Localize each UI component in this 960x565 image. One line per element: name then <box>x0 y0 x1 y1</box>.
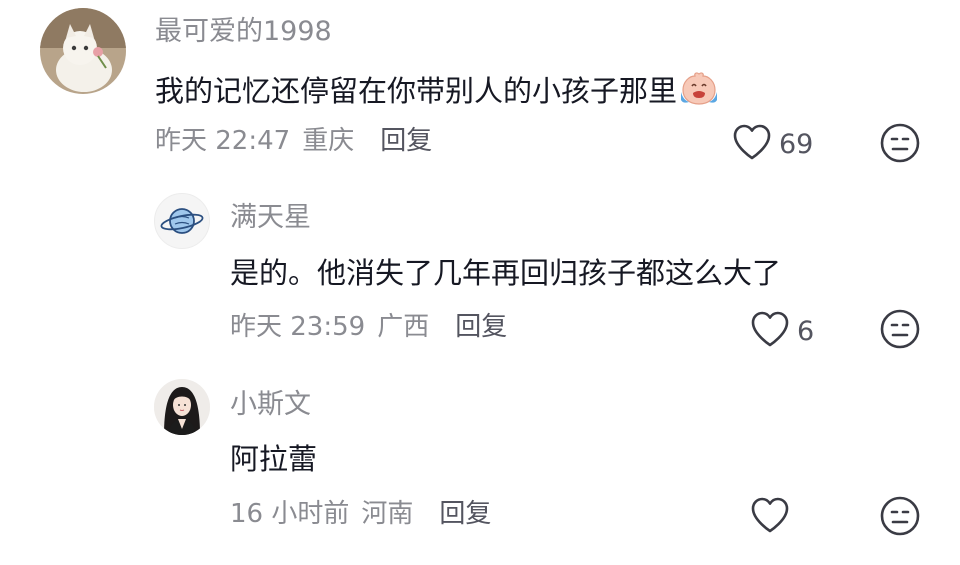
dislike-button[interactable] <box>879 308 921 354</box>
reply-button[interactable]: 回复 <box>455 314 507 340</box>
crying-face-emoji-icon <box>679 72 719 111</box>
planet-avatar-image <box>160 208 204 234</box>
heart-outline-icon <box>749 496 791 538</box>
comment-item: 最可爱的1998 我的记忆还停留在你带别人的小孩子那里 昨天 22:47 重庆 … <box>0 0 960 190</box>
like-button[interactable]: 69 <box>731 123 813 165</box>
timestamp: 昨天 22:47 <box>155 126 291 156</box>
woman-avatar-image <box>154 379 210 435</box>
timestamp: 昨天 23:59 <box>230 312 366 342</box>
comment-text-content: 我的记忆还停留在你带别人的小孩子那里 <box>155 74 678 108</box>
reply-item: 满天星 是的。他消失了几年再回归孩子都这么大了 昨天 23:59 广西 回复 6 <box>0 190 960 375</box>
neutral-face-icon <box>879 496 921 541</box>
comment-text: 阿拉蕾 <box>230 442 318 476</box>
comment-text: 是的。他消失了几年再回归孩子都这么大了 <box>230 256 782 290</box>
reply-button[interactable]: 回复 <box>380 128 432 154</box>
like-button[interactable]: 6 <box>749 310 814 352</box>
reply-item: 小斯文 阿拉蕾 16 小时前 河南 回复 <box>0 375 960 565</box>
heart-outline-icon <box>749 310 791 352</box>
neutral-face-icon <box>879 123 921 168</box>
comment-meta: 16 小时前 河南 回复 <box>230 501 491 527</box>
like-count: 6 <box>797 315 815 347</box>
comment-meta: 昨天 22:47 重庆 回复 <box>155 128 432 154</box>
like-button[interactable] <box>749 496 797 538</box>
avatar[interactable] <box>40 8 126 94</box>
username[interactable]: 最可爱的1998 <box>155 18 332 45</box>
cat-avatar-image <box>40 8 126 94</box>
dislike-button[interactable] <box>879 495 921 541</box>
heart-outline-icon <box>731 123 773 165</box>
comment-meta: 昨天 23:59 广西 回复 <box>230 314 507 340</box>
avatar[interactable] <box>154 193 210 249</box>
neutral-face-icon <box>879 309 921 354</box>
dislike-button[interactable] <box>879 122 921 168</box>
location: 广西 <box>377 312 430 342</box>
comment-text: 我的记忆还停留在你带别人的小孩子那里 <box>155 72 719 111</box>
location: 河南 <box>361 499 414 529</box>
reply-button[interactable]: 回复 <box>439 501 491 527</box>
avatar[interactable] <box>154 379 210 435</box>
timestamp: 16 小时前 <box>230 499 350 529</box>
like-count: 69 <box>779 128 814 160</box>
username[interactable]: 满天星 <box>230 204 311 231</box>
username[interactable]: 小斯文 <box>230 391 311 418</box>
location: 重庆 <box>302 126 355 156</box>
